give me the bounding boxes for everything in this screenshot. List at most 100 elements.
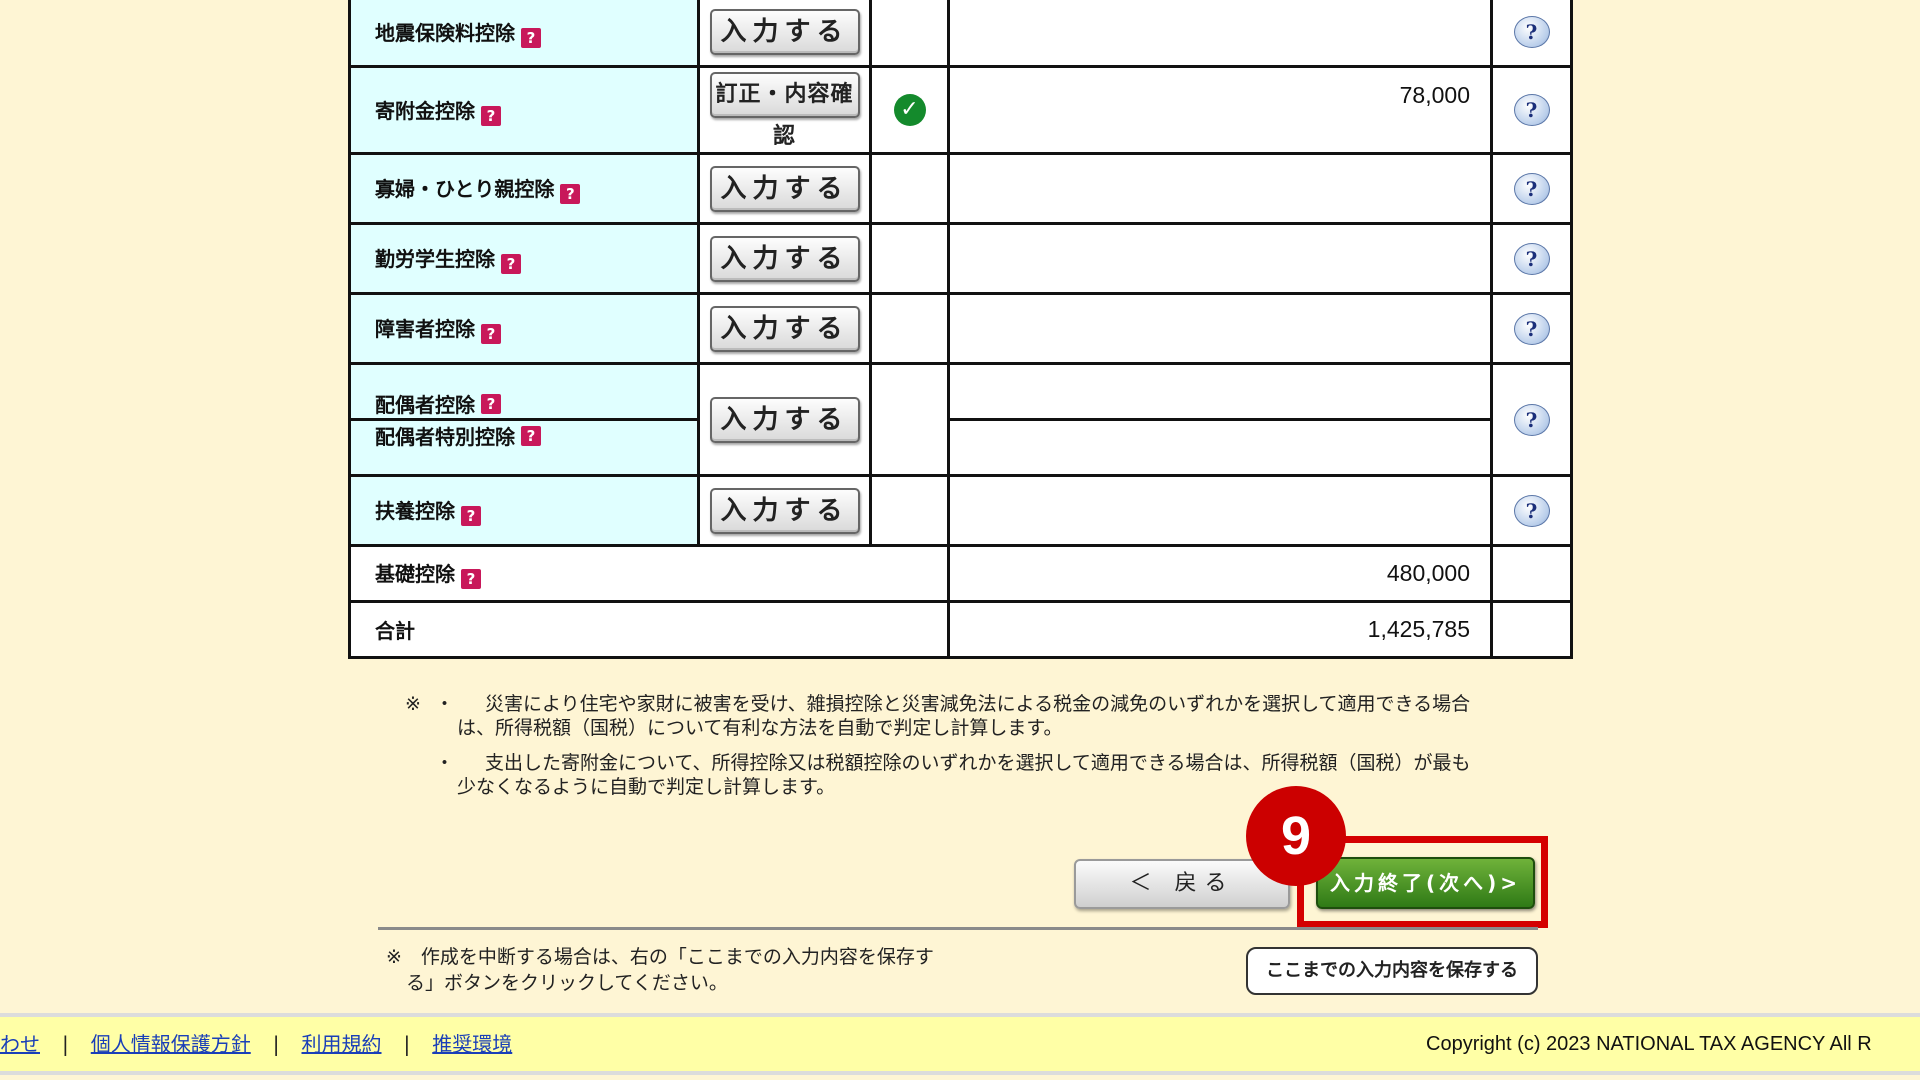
help-bubble-icon[interactable]: ? bbox=[1513, 242, 1550, 275]
help-cell: ? bbox=[1490, 152, 1573, 225]
finish-input-next-button[interactable]: 入力終了(次へ)> bbox=[1316, 857, 1535, 909]
split-labels: 配偶者控除? 配偶者特別控除? bbox=[351, 389, 697, 450]
btn-cell: 入力する bbox=[697, 152, 872, 225]
question-icon[interactable]: ? bbox=[481, 324, 501, 344]
total-label: 合計 bbox=[348, 600, 950, 659]
note-donation: ・ 支出した寄附金について、所得控除又は税額控除のいずれかを選択して適用できる場合… bbox=[405, 751, 1555, 799]
row-label: 扶養控除? bbox=[348, 474, 700, 547]
note-bullet: ・ bbox=[435, 752, 455, 774]
correct-confirm-button[interactable]: 訂正・内容確認 bbox=[709, 72, 860, 149]
row-label-text: 勤労学生控除 bbox=[375, 247, 495, 271]
table-row: 地震保険料控除? 入力する ? bbox=[348, 0, 1573, 68]
row-label-text: 配偶者控除 bbox=[375, 393, 475, 417]
question-icon[interactable]: ? bbox=[461, 506, 481, 526]
table-row: 寡婦・ひとり親控除? 入力する ? bbox=[348, 152, 1573, 225]
question-icon[interactable]: ? bbox=[560, 184, 581, 204]
table-row: 配偶者控除? 配偶者特別控除? 入力する ? bbox=[348, 362, 1573, 477]
footer-link-environment[interactable]: 推奨環境 bbox=[432, 1032, 512, 1056]
help-cell: ? bbox=[1490, 65, 1573, 155]
step-number-badge: 9 bbox=[1246, 786, 1346, 886]
row-label-text: 地震保険料控除 bbox=[375, 20, 515, 45]
btn-cell: 入力する bbox=[697, 292, 872, 365]
basic-amount: 480,000 bbox=[947, 544, 1493, 603]
help-bubble-icon[interactable]: ? bbox=[1513, 312, 1550, 345]
note-disaster: ※ ・ 災害により住宅や家財に被害を受け、雑損控除と災害減免法による税金の減免のいず… bbox=[405, 692, 1555, 740]
basic-deduction-row: 基礎控除? 480,000 bbox=[348, 544, 1573, 603]
btn-cell: 入力する bbox=[697, 474, 872, 547]
amount-b bbox=[950, 418, 1490, 421]
footer-link-privacy[interactable]: 個人情報保護方針 bbox=[91, 1032, 251, 1056]
btn-cell: 入力する bbox=[697, 222, 872, 295]
deduction-table: 地震保険料控除? 入力する ? 寄附金控除? 訂正・内容確認 ✓ 78,000 … bbox=[348, 0, 1573, 659]
copyright: Copyright (c) 2023 NATIONAL TAX AGENCY A… bbox=[1426, 1033, 1872, 1055]
input-button[interactable]: 入力する bbox=[709, 235, 860, 282]
status-cell bbox=[869, 0, 950, 68]
input-button[interactable]: 入力する bbox=[709, 487, 860, 534]
help-bubble-icon[interactable]: ? bbox=[1513, 403, 1550, 436]
empty-cell bbox=[1490, 544, 1573, 603]
row-label: 基礎控除? bbox=[348, 544, 950, 603]
note-bullet: ・ bbox=[435, 693, 455, 715]
amount-cell bbox=[947, 474, 1493, 547]
empty-cell bbox=[1490, 600, 1573, 659]
save-note-line: る」ボタンをクリックしてください。 bbox=[406, 972, 728, 994]
row-label: 障害者控除? bbox=[348, 292, 700, 365]
input-button[interactable]: 入力する bbox=[709, 9, 860, 55]
help-cell: ? bbox=[1490, 474, 1573, 547]
table-row: 障害者控除? 入力する ? bbox=[348, 292, 1573, 365]
status-cell bbox=[869, 292, 950, 365]
note-text: 災害により住宅や家財に被害を受け、雑損控除と災害減免法による税金の減免のいずれか… bbox=[485, 693, 1471, 715]
note-line: 少なくなるように自動で判定し計算します。 bbox=[457, 776, 836, 798]
save-progress-button[interactable]: ここまでの入力内容を保存する bbox=[1246, 947, 1538, 995]
row-label-a: 配偶者控除? bbox=[351, 389, 697, 418]
amount-cell bbox=[947, 0, 1493, 68]
question-icon[interactable]: ? bbox=[521, 27, 541, 48]
page: 地震保険料控除? 入力する ? 寄附金控除? 訂正・内容確認 ✓ 78,000 … bbox=[0, 0, 1920, 1080]
help-bubble-icon[interactable]: ? bbox=[1513, 16, 1550, 48]
row-label-text: 基礎控除 bbox=[375, 562, 455, 586]
save-note-line: ※ 作成を中断する場合は、右の「ここまでの入力内容を保存す bbox=[386, 946, 934, 968]
save-note: ※ 作成を中断する場合は、右の「ここまでの入力内容を保存す る」ボタンをクリック… bbox=[386, 944, 1006, 996]
row-label-text: 障害者控除 bbox=[375, 317, 475, 341]
amount-cell: 78,000 bbox=[947, 65, 1493, 155]
row-label: 勤労学生控除? bbox=[348, 222, 700, 295]
footer-separator: | bbox=[403, 1032, 411, 1056]
footer-links: わせ | 個人情報保護方針 | 利用規約 | 推奨環境 bbox=[0, 1017, 512, 1071]
total-row: 合計 1,425,785 bbox=[348, 600, 1573, 659]
note-text: 支出した寄附金について、所得控除又は税額控除のいずれかを選択して適用できる場合は… bbox=[485, 752, 1471, 774]
amount-cell bbox=[947, 222, 1493, 295]
footer-link-terms[interactable]: 利用規約 bbox=[302, 1032, 382, 1056]
row-label-text: 寡婦・ひとり親控除 bbox=[375, 177, 555, 201]
question-icon[interactable]: ? bbox=[481, 393, 501, 414]
help-bubble-icon[interactable]: ? bbox=[1513, 94, 1550, 126]
status-cell bbox=[869, 474, 950, 547]
note-line: ・ 支出した寄附金について、所得控除又は税額控除のいずれかを選択して適用できる場合… bbox=[405, 751, 1555, 775]
footer-separator: | bbox=[62, 1032, 69, 1056]
row-label: 地震保険料控除? bbox=[348, 0, 700, 68]
row-label: 配偶者控除? 配偶者特別控除? bbox=[348, 362, 700, 477]
amount-cell bbox=[947, 292, 1493, 365]
input-button[interactable]: 入力する bbox=[709, 305, 860, 352]
question-icon[interactable]: ? bbox=[461, 569, 481, 589]
btn-cell: 入力する bbox=[697, 362, 872, 477]
help-cell: ? bbox=[1490, 362, 1573, 477]
footer-link-contact[interactable]: わせ bbox=[0, 1032, 40, 1056]
question-icon[interactable]: ? bbox=[521, 425, 541, 446]
check-icon: ✓ bbox=[893, 94, 926, 126]
btn-cell: 入力する bbox=[697, 0, 872, 68]
help-bubble-icon[interactable]: ? bbox=[1513, 494, 1550, 527]
help-cell: ? bbox=[1490, 292, 1573, 365]
input-button[interactable]: 入力する bbox=[709, 396, 860, 443]
row-label: 寡婦・ひとり親控除? bbox=[348, 152, 700, 225]
row-label-text: 配偶者特別控除 bbox=[375, 425, 515, 449]
footer: わせ | 個人情報保護方針 | 利用規約 | 推奨環境 Copyright (c) 2023… bbox=[0, 1013, 1920, 1075]
divider bbox=[378, 927, 1538, 930]
help-bubble-icon[interactable]: ? bbox=[1513, 172, 1550, 205]
question-icon[interactable]: ? bbox=[481, 105, 501, 126]
row-label-text: 扶養控除 bbox=[375, 499, 455, 523]
table-row: 扶養控除? 入力する ? bbox=[348, 474, 1573, 547]
input-button[interactable]: 入力する bbox=[709, 165, 860, 212]
note-line: は、所得税額（国税）について有利な方法を自動で判定し計算します。 bbox=[457, 717, 1063, 739]
status-cell bbox=[869, 362, 950, 477]
question-icon[interactable]: ? bbox=[501, 254, 521, 274]
